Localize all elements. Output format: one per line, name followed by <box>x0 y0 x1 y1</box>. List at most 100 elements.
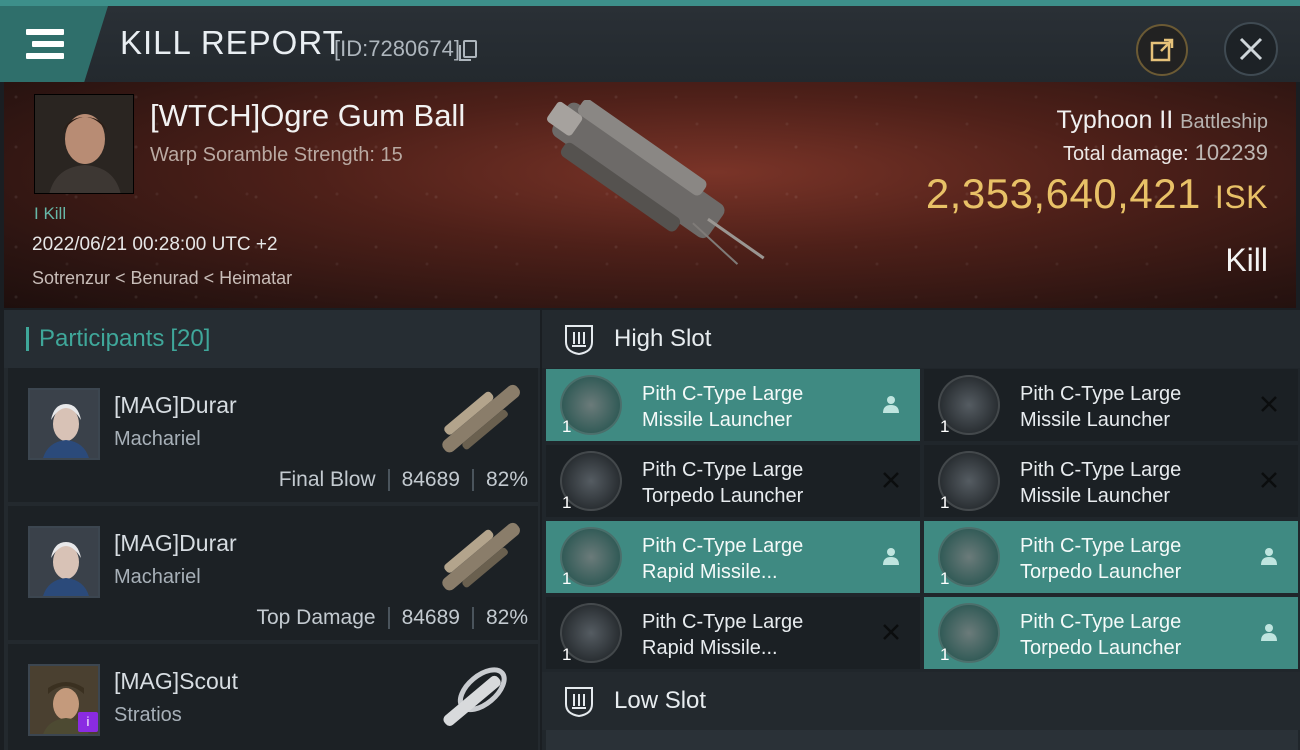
destroyed-x-icon <box>883 624 899 640</box>
participant-name: [MAG]Durar <box>114 392 237 418</box>
participant-ship: Machariel <box>114 428 201 450</box>
module-quantity: 1 <box>562 417 572 436</box>
participant-damage: 84689 <box>401 606 460 629</box>
module-name-line2: Rapid Missile... <box>642 637 778 659</box>
low-slot-label: Low Slot <box>614 687 707 714</box>
module-quantity: 1 <box>562 645 572 664</box>
participant-percent: 82% <box>485 468 528 491</box>
page-title: KILL REPORT <box>120 24 344 61</box>
participant-name: [MAG]Durar <box>114 530 237 556</box>
high-slot-header: High Slot <box>542 310 1300 368</box>
module-name: Pith C-Type Large Rapid Missile... <box>642 609 874 661</box>
dropped-person-icon <box>883 548 899 565</box>
participant-row[interactable]: [MAG]Durar Machariel Top Damage 84689 82… <box>8 506 538 640</box>
module-item[interactable]: 1 Pith C-Type Large Torpedo Launcher <box>924 521 1298 593</box>
victim-panel: [WTCH]Ogre Gum Ball Warp Soramble Streng… <box>4 82 1296 308</box>
isk-unit: ISK <box>1214 179 1268 215</box>
module-name: Pith C-Type Large Missile Launcher <box>1020 381 1252 433</box>
report-id[interactable]: [ID:7280674] <box>334 36 477 62</box>
total-damage: Total damage: 102239 <box>1063 140 1268 166</box>
participants-header[interactable]: Participants [20] <box>4 310 540 368</box>
participant-damage: 84689 <box>401 468 460 491</box>
module-item[interactable]: 1 Pith C-Type Large Missile Launcher <box>924 369 1298 441</box>
module-name-line1: Pith C-Type Large <box>642 535 804 557</box>
participant-ship: Stratios <box>114 704 182 726</box>
module-name: Pith C-Type Large Torpedo Launcher <box>1020 609 1252 661</box>
module-name-line2: Torpedo Launcher <box>1020 561 1182 583</box>
portrait-image <box>35 95 133 193</box>
module-name-line2: Torpedo Launcher <box>1020 637 1182 659</box>
copy-icon[interactable] <box>458 40 477 61</box>
module-item[interactable]: 1 Pith C-Type Large Torpedo Launcher <box>924 597 1298 669</box>
participant-portrait[interactable]: i <box>28 664 100 736</box>
low-slot-row-partial[interactable] <box>546 730 1298 750</box>
dropped-person-icon <box>1261 548 1277 565</box>
corp-badge-icon: i <box>78 712 98 732</box>
dropped-person-icon <box>1261 624 1277 641</box>
module-quantity: 1 <box>562 493 572 512</box>
module-name-line2: Missile Launcher <box>1020 409 1171 431</box>
kill-location[interactable]: Sotrenzur < Benurad < Heimatar <box>32 268 292 289</box>
report-id-text: [ID:7280674] <box>334 36 460 61</box>
victim-portrait[interactable] <box>34 94 134 194</box>
close-icon <box>1239 37 1263 61</box>
isk-value: 2,353,640,421 ISK <box>926 170 1268 218</box>
share-button[interactable] <box>1136 24 1188 76</box>
destroyed-x-icon <box>883 472 899 488</box>
menu-button[interactable] <box>0 6 108 82</box>
ship-name: Typhoon II <box>1056 106 1174 134</box>
isk-amount: 2,353,640,421 <box>925 170 1201 217</box>
participants-label: Participants <box>39 325 165 352</box>
module-name-line2: Rapid Missile... <box>642 561 778 583</box>
warp-scramble-strength: Warp Soramble Strength: 15 <box>150 144 403 166</box>
portrait-image <box>30 528 98 596</box>
dropped-person-icon <box>883 396 899 413</box>
participant-portrait[interactable] <box>28 388 100 460</box>
module-quantity: 1 <box>940 417 950 436</box>
header-accent-bar <box>26 327 29 351</box>
module-item[interactable]: 1 Pith C-Type Large Torpedo Launcher <box>546 445 920 517</box>
module-name-line1: Pith C-Type Large <box>1020 535 1182 557</box>
module-item[interactable]: 1 Pith C-Type Large Rapid Missile... <box>546 597 920 669</box>
divider <box>387 607 390 629</box>
module-name-line1: Pith C-Type Large <box>1020 459 1182 481</box>
module-name-line1: Pith C-Type Large <box>1020 611 1182 633</box>
kill-tag: I Kill <box>34 204 67 223</box>
divider <box>387 469 390 491</box>
participant-portrait[interactable] <box>28 526 100 598</box>
share-export-icon <box>1150 38 1174 62</box>
module-name-line1: Pith C-Type Large <box>642 459 804 481</box>
participant-ship-image <box>443 667 507 726</box>
module-name: Pith C-Type Large Missile Launcher <box>642 381 874 433</box>
participant-name: [MAG]Scout <box>114 668 238 694</box>
participant-role: Top Damage <box>256 606 376 629</box>
participant-ship-image <box>442 522 520 591</box>
module-item[interactable]: 1 Pith C-Type Large Rapid Missile... <box>546 521 920 593</box>
participant-row[interactable]: [MAG]Durar Machariel Final Blow 84689 82… <box>8 368 538 502</box>
module-item[interactable]: 1 Pith C-Type Large Missile Launcher <box>546 369 920 441</box>
close-button[interactable] <box>1224 22 1278 76</box>
module-name: Pith C-Type Large Rapid Missile... <box>642 533 874 585</box>
module-name: Pith C-Type Large Missile Launcher <box>1020 457 1252 509</box>
high-slot-label: High Slot <box>614 325 712 352</box>
hamburger-menu-icon <box>26 29 64 59</box>
kill-result: Kill <box>1225 242 1268 278</box>
module-quantity: 1 <box>940 569 950 588</box>
total-damage-label: Total damage: <box>1062 143 1189 165</box>
participant-percent: 82% <box>485 606 528 629</box>
ship-class: Battleship <box>1180 111 1268 133</box>
module-item[interactable]: 1 Pith C-Type Large Missile Launcher <box>924 445 1298 517</box>
victim-name[interactable]: [WTCH]Ogre Gum Ball <box>150 98 465 134</box>
participants-count: [20] <box>170 325 211 352</box>
participant-stats: Top Damage 84689 82% <box>256 606 528 630</box>
participant-stats: Final Blow 84689 82% <box>279 468 528 492</box>
victim-ship-image[interactable] <box>514 100 784 280</box>
top-bar: KILL REPORT [ID:7280674] <box>0 0 1300 82</box>
destroyed-x-icon <box>1261 472 1277 488</box>
module-name-line1: Pith C-Type Large <box>1020 383 1182 405</box>
portrait-image <box>30 390 98 458</box>
victim-ship[interactable]: Typhoon II Battleship <box>1056 106 1268 135</box>
module-name-line1: Pith C-Type Large <box>642 383 804 405</box>
module-name-line2: Torpedo Launcher <box>642 485 804 507</box>
participant-row[interactable]: i [MAG]Scout Stratios <box>8 644 538 750</box>
